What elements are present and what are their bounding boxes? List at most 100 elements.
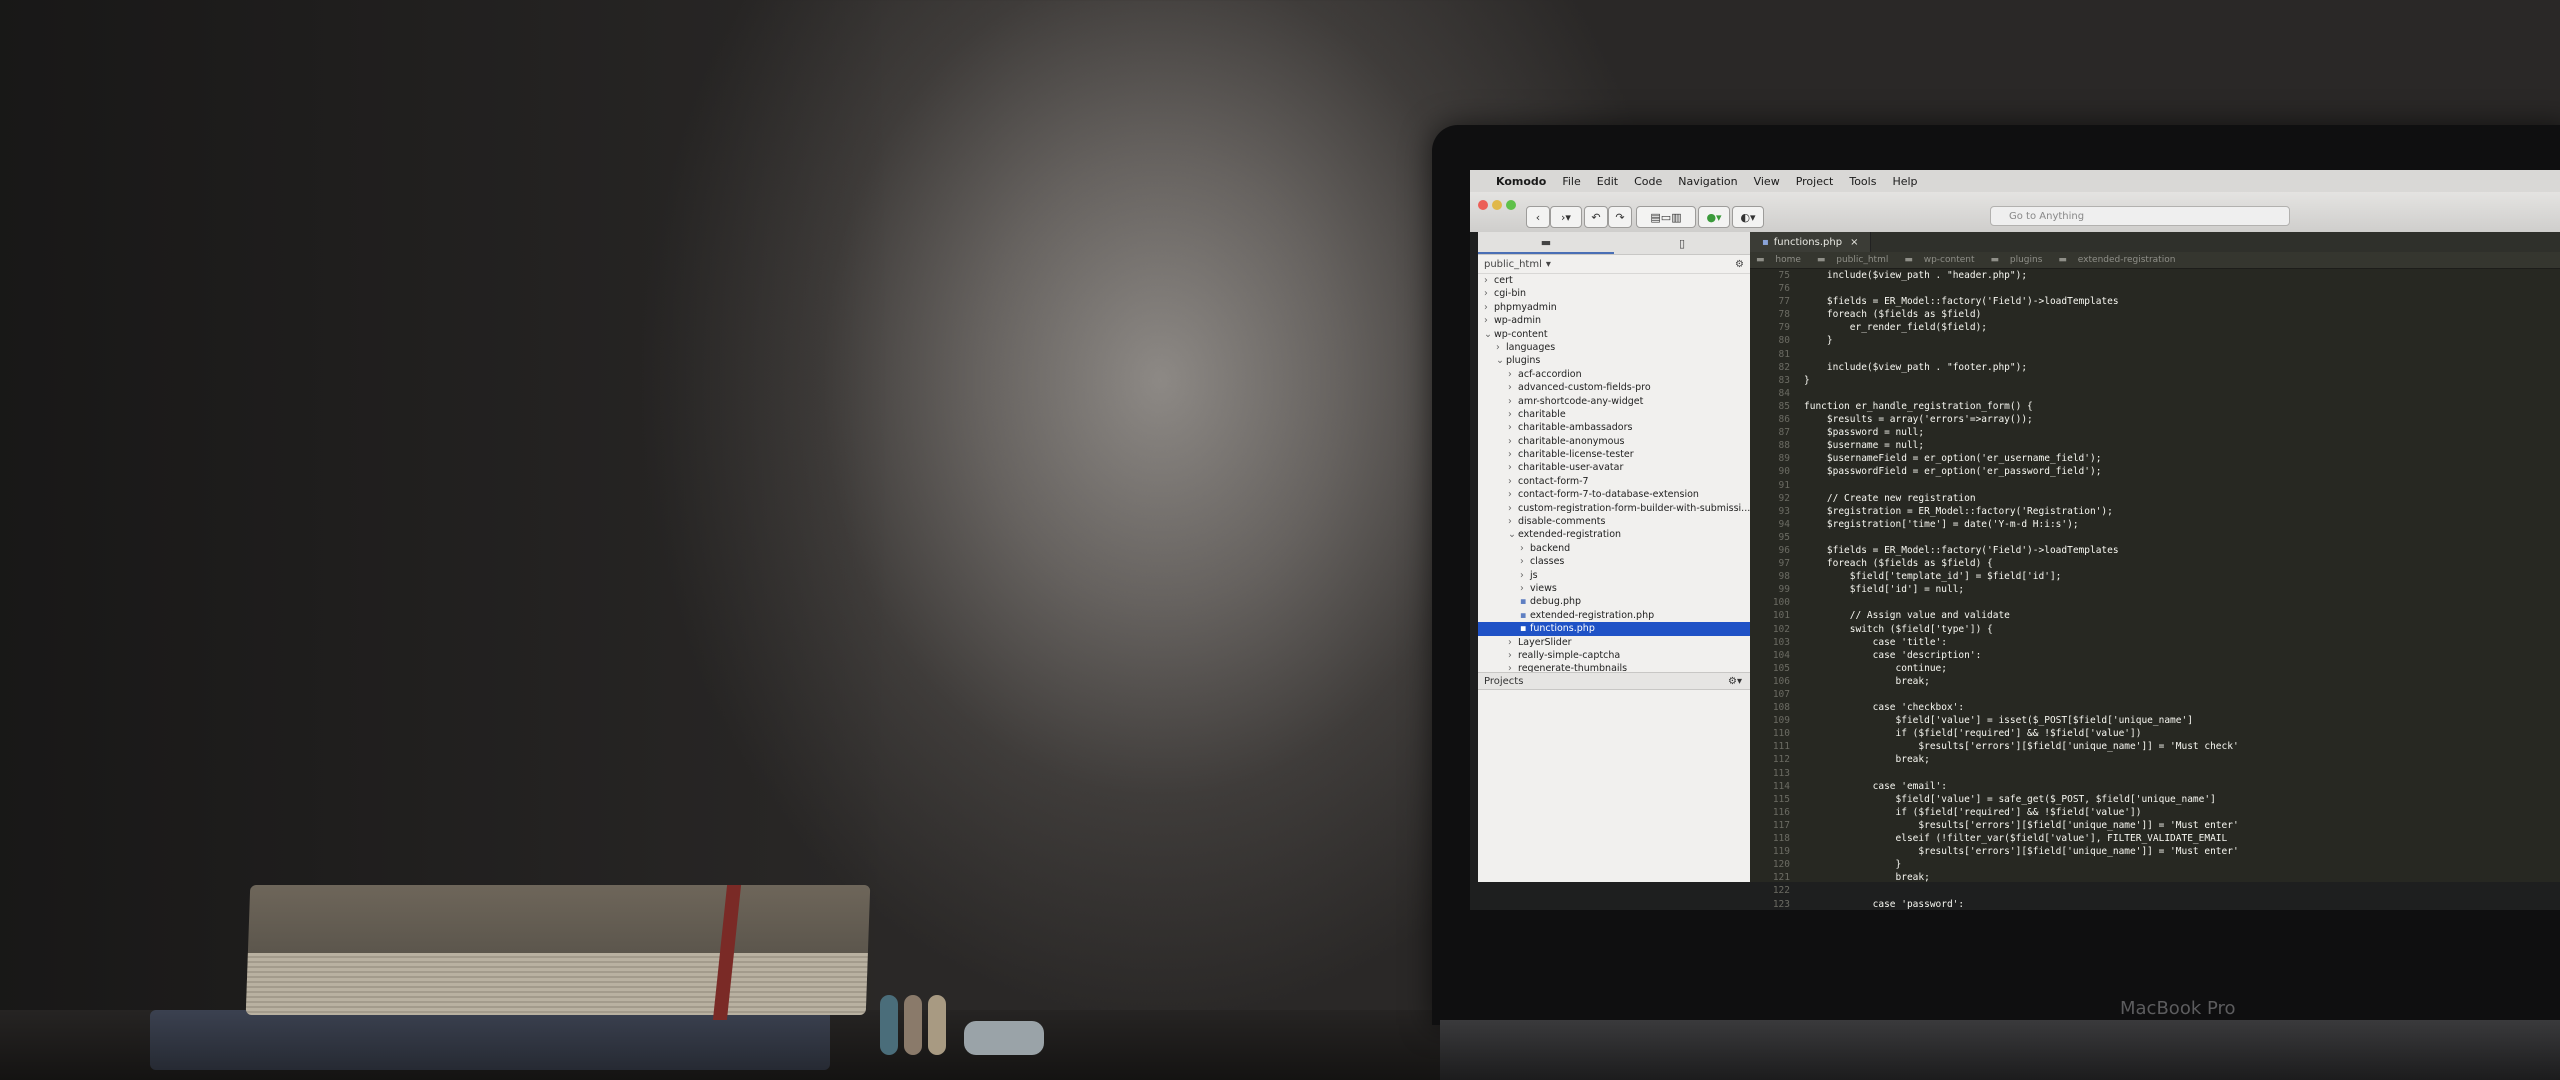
tree-item[interactable]: ⌄ wp-content (1478, 328, 1750, 341)
code-line: 111 $results['errors'][$field['unique_na… (1750, 740, 2560, 753)
chevron-right-icon: › (1484, 288, 1488, 300)
chevron-right-icon: › (1508, 435, 1512, 447)
tree-item[interactable]: › phpmyadmin (1478, 301, 1750, 314)
code-line: 108 case 'checkbox': (1750, 701, 2560, 714)
code-text: case 'password': (1804, 898, 1965, 910)
places-sidebar: ▬ ▯ public_html ▾ ⚙ › cert › cgi-bin › phpmyad… (1478, 232, 1750, 882)
code-text: } (1804, 335, 1833, 347)
gear-icon[interactable]: ⚙▾ (1728, 676, 1742, 687)
go-to-anything-input[interactable]: Go to Anything (1990, 206, 2290, 226)
minimize-window-button[interactable] (1492, 200, 1502, 210)
tree-item-label: custom-registration-form-builder-with-su… (1518, 502, 1750, 514)
editor-tabs: ▪ functions.php × (1750, 232, 2560, 252)
code-text: $fields = ER_Model::factory('Field')->lo… (1804, 296, 2119, 308)
tree-item[interactable]: › amr-shortcode-any-widget (1478, 395, 1750, 408)
code-line: 100 (1750, 596, 2560, 609)
code-text: $results['errors'][$field['unique_name']… (1804, 741, 2239, 753)
breadcrumb-item[interactable]: ▬ home (1756, 255, 1809, 265)
close-icon[interactable]: × (1850, 237, 1858, 248)
code-line: 82 include($view_path . "footer.php"); (1750, 361, 2560, 374)
chevron-left-icon: ‹ (1535, 210, 1541, 224)
line-number: 113 (1772, 767, 1790, 779)
menu-view[interactable]: View (1754, 175, 1780, 188)
redo-button[interactable]: ↷ (1608, 206, 1632, 228)
code-line: 99 $field['id'] = null; (1750, 583, 2560, 596)
tree-item[interactable]: › charitable-user-avatar (1478, 461, 1750, 474)
code-editor[interactable]: 75 include($view_path . "header.php"); 76… (1750, 269, 2560, 910)
file-actions-group[interactable]: ▤ ▭ ▥ (1636, 206, 1696, 228)
tree-item[interactable]: › charitable-anonymous (1478, 435, 1750, 448)
tab-functions-php[interactable]: ▪ functions.php × (1750, 232, 1872, 252)
menu-file[interactable]: File (1562, 175, 1580, 188)
code-text: continue; (1804, 662, 1948, 674)
tree-item[interactable]: › wp-admin (1478, 314, 1750, 327)
tree-item[interactable]: › disable-comments (1478, 515, 1750, 528)
tab-code[interactable]: ▯ (1614, 232, 1750, 254)
menu-help[interactable]: Help (1892, 175, 1917, 188)
tree-item[interactable]: › custom-registration-form-builder-with-s… (1478, 502, 1750, 515)
tree-item[interactable]: › acf-accordion (1478, 368, 1750, 381)
tree-item[interactable]: › backend (1478, 542, 1750, 555)
notebook-pages (245, 953, 868, 1015)
back-button[interactable]: ‹ (1526, 206, 1550, 228)
breadcrumb-item[interactable]: ▬ extended-registration (2058, 255, 2183, 265)
tree-item[interactable]: › charitable (1478, 408, 1750, 421)
code-text: case 'description': (1804, 649, 1982, 661)
maximize-window-button[interactable] (1506, 200, 1516, 210)
tree-item[interactable]: › cgi-bin (1478, 287, 1750, 300)
menu-project[interactable]: Project (1796, 175, 1834, 188)
code-line: 105 continue; (1750, 662, 2560, 675)
tree-item[interactable]: › contact-form-7 (1478, 475, 1750, 488)
debug-button[interactable]: ●▾ (1698, 206, 1730, 228)
code-line: 95 (1750, 531, 2560, 544)
tree-item[interactable]: › js (1478, 569, 1750, 582)
tree-item[interactable]: › charitable-license-tester (1478, 448, 1750, 461)
tree-item[interactable]: › advanced-custom-fields-pro (1478, 381, 1750, 394)
line-number: 89 (1778, 453, 1790, 465)
tree-item[interactable]: ▪ extended-registration.php (1478, 609, 1750, 622)
tree-item[interactable]: ▪ functions.php (1478, 622, 1750, 636)
tree-item[interactable]: › really-simple-captcha (1478, 649, 1750, 662)
forward-button[interactable]: ›▾ (1550, 206, 1582, 228)
tree-item[interactable]: › languages (1478, 341, 1750, 354)
menu-app-name[interactable]: Komodo (1496, 175, 1546, 188)
breadcrumb: ▬ home ▬ public_html ▬ wp-content ▬ plugins… (1750, 252, 2560, 269)
tools-icon: ◐▾ (1740, 210, 1756, 224)
tree-item[interactable]: › contact-form-7-to-database-extension (1478, 488, 1750, 501)
notebook-top (245, 885, 871, 1015)
line-number: 92 (1778, 492, 1790, 504)
close-window-button[interactable] (1478, 200, 1488, 210)
tree-item[interactable]: › classes (1478, 555, 1750, 568)
tree-item[interactable]: › cert (1478, 274, 1750, 287)
notebook-bottom (150, 1010, 830, 1070)
tab-places[interactable]: ▬ (1478, 232, 1614, 254)
menu-edit[interactable]: Edit (1597, 175, 1618, 188)
tree-item[interactable]: ▪ debug.php (1478, 595, 1750, 608)
breadcrumb-item[interactable]: ▬ wp-content (1904, 255, 1982, 265)
line-number: 112 (1772, 754, 1790, 766)
breadcrumb-label: wp-content (1923, 255, 1975, 265)
eraser (964, 1021, 1044, 1055)
tree-item[interactable]: ⌄ plugins (1478, 354, 1750, 367)
code-line: 120 } (1750, 858, 2560, 871)
breadcrumb-item[interactable]: ▬ plugins (1991, 255, 2051, 265)
line-number: 94 (1778, 518, 1790, 530)
line-number: 91 (1778, 479, 1790, 491)
tree-item[interactable]: ⌄ extended-registration (1478, 528, 1750, 541)
menu-code[interactable]: Code (1634, 175, 1662, 188)
tree-item[interactable]: › views (1478, 582, 1750, 595)
undo-button[interactable]: ↶ (1584, 206, 1608, 228)
code-line: 112 break; (1750, 753, 2560, 766)
gear-icon[interactable]: ⚙ (1735, 259, 1744, 270)
code-line: 119 $results['errors'][$field['unique_na… (1750, 845, 2560, 858)
tree-item[interactable]: › charitable-ambassadors (1478, 421, 1750, 434)
tree-item-label: views (1530, 582, 1557, 594)
code-line: 106 break; (1750, 675, 2560, 688)
menu-navigation[interactable]: Navigation (1678, 175, 1737, 188)
breadcrumb-item[interactable]: ▬ public_html (1817, 255, 1896, 265)
tree-item-label: advanced-custom-fields-pro (1518, 382, 1651, 394)
tree-item[interactable]: › LayerSlider (1478, 636, 1750, 649)
menu-tools[interactable]: Tools (1849, 175, 1876, 188)
project-root-selector[interactable]: public_html ▾ ⚙ (1478, 255, 1750, 274)
tools-button[interactable]: ◐▾ (1732, 206, 1764, 228)
